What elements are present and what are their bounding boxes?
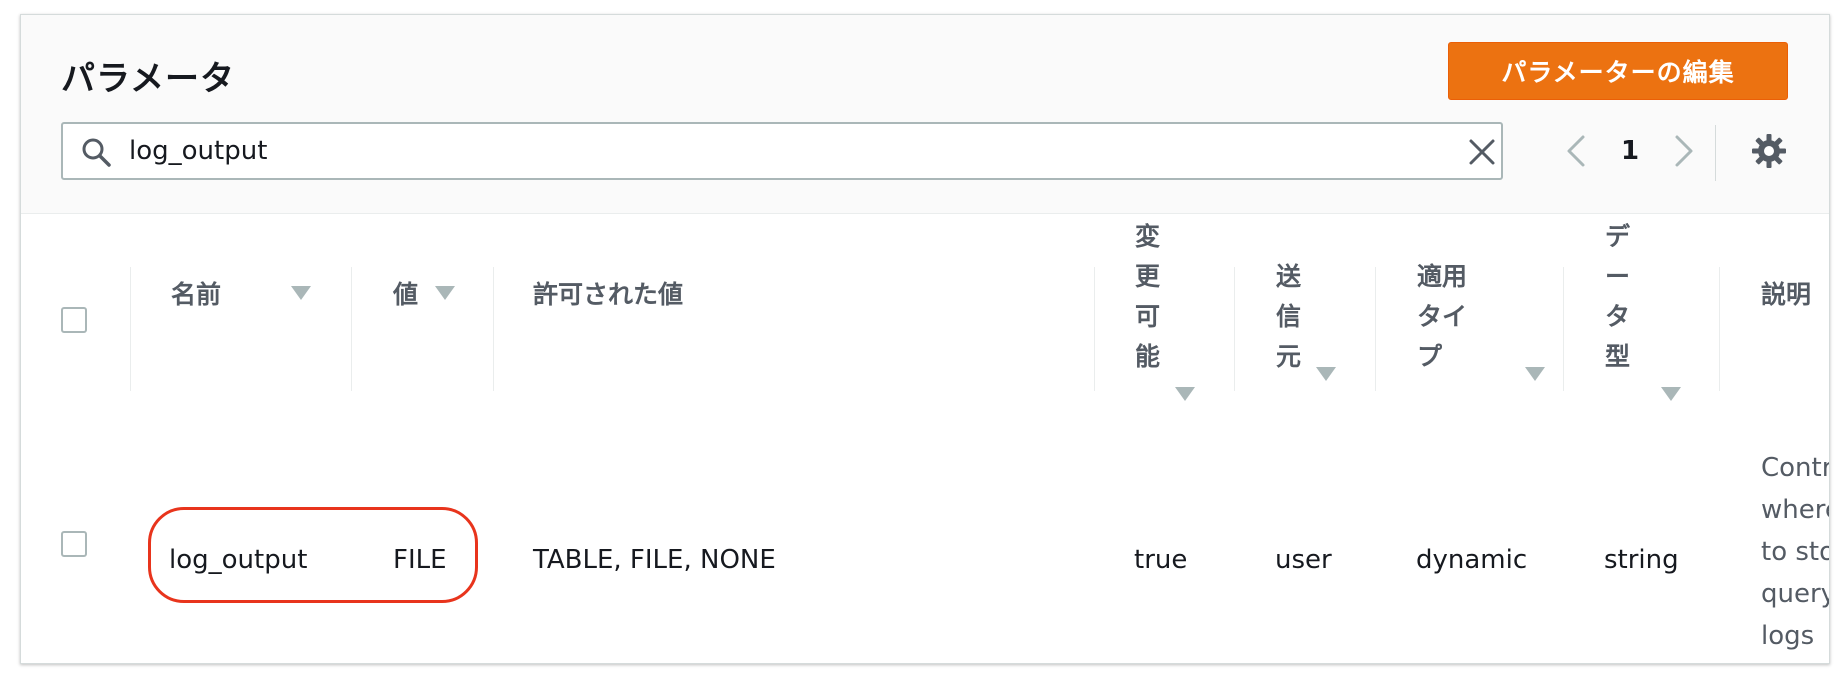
column-label: ー — [1605, 262, 1631, 291]
column-divider — [1375, 267, 1376, 391]
column-divider — [1094, 267, 1095, 391]
column-label: 元 — [1276, 342, 1302, 371]
search-input[interactable] — [129, 124, 1429, 178]
column-label: 変 — [1135, 222, 1161, 251]
column-label: タイ — [1417, 302, 1468, 331]
sort-caret-icon — [1525, 367, 1545, 381]
row-checkbox[interactable] — [61, 531, 87, 557]
cell-source: user — [1275, 545, 1332, 575]
page-title: パラメータ — [61, 59, 235, 99]
column-label: 可 — [1135, 302, 1161, 331]
cell-allowed-values: TABLE, FILE, NONE — [533, 545, 776, 575]
cell-modifiable: true — [1134, 545, 1188, 575]
column-label: 許可された値 — [533, 280, 684, 309]
column-label: デ — [1605, 222, 1631, 251]
column-header-source[interactable]: 送 信 元 — [1276, 213, 1386, 443]
column-label: タ — [1605, 302, 1631, 331]
select-all-checkbox[interactable] — [61, 307, 87, 333]
column-label: 型 — [1605, 342, 1631, 371]
column-label: 値 — [393, 280, 419, 309]
sort-caret-icon — [435, 286, 455, 300]
edit-parameters-button[interactable]: パラメーターの編集 — [1448, 42, 1788, 100]
cell-description: Contr where to sto query logs — [1761, 447, 1830, 657]
description-line: query — [1761, 579, 1830, 609]
clear-search-icon[interactable] — [1468, 138, 1496, 166]
column-header-value[interactable]: 値 — [393, 213, 493, 443]
column-label: 適用 — [1417, 262, 1468, 291]
column-divider — [1719, 267, 1720, 391]
column-header-apply-type[interactable]: 適用 タイ プ — [1417, 213, 1567, 443]
sort-caret-icon — [1316, 367, 1336, 381]
column-label: 能 — [1135, 342, 1161, 371]
sort-caret-icon — [291, 286, 311, 300]
search-field[interactable] — [61, 122, 1503, 180]
sort-caret-icon — [1661, 387, 1681, 401]
column-label: 説明 — [1761, 280, 1812, 309]
column-header-data-type[interactable]: デ ー タ 型 — [1605, 213, 1715, 443]
search-icon — [82, 138, 111, 167]
description-line: Contr — [1761, 453, 1830, 483]
page-number[interactable]: 1 — [1607, 129, 1653, 173]
column-header-allowed-values[interactable]: 許可された値 — [533, 213, 933, 443]
column-divider — [493, 267, 494, 391]
description-line: where — [1761, 495, 1829, 525]
previous-page-icon[interactable] — [1557, 129, 1597, 173]
sort-caret-icon — [1175, 387, 1195, 401]
cell-apply-type: dynamic — [1416, 545, 1528, 575]
column-label: 送 — [1276, 262, 1302, 291]
parameters-panel: パラメータ パラメーターの編集 1 — [20, 14, 1830, 664]
column-divider — [130, 267, 131, 391]
column-divider — [1234, 267, 1235, 391]
cell-value: FILE — [393, 545, 447, 575]
column-label: 信 — [1276, 302, 1302, 331]
column-label: 更 — [1135, 262, 1161, 291]
cell-name: log_output — [169, 545, 308, 575]
column-label: 名前 — [171, 280, 222, 309]
column-label: プ — [1417, 342, 1443, 371]
column-header-description[interactable]: 説明 — [1761, 213, 1829, 443]
next-page-icon[interactable] — [1663, 129, 1703, 173]
description-line: logs — [1761, 621, 1815, 651]
description-line: to sto — [1761, 537, 1830, 567]
toolbar-divider — [1715, 125, 1716, 181]
column-divider — [1563, 267, 1564, 391]
gear-icon[interactable] — [1751, 133, 1787, 169]
column-divider — [351, 267, 352, 391]
column-header-modifiable[interactable]: 変 更 可 能 — [1135, 213, 1245, 443]
cell-data-type: string — [1604, 545, 1679, 575]
column-header-name[interactable]: 名前 — [171, 213, 331, 443]
